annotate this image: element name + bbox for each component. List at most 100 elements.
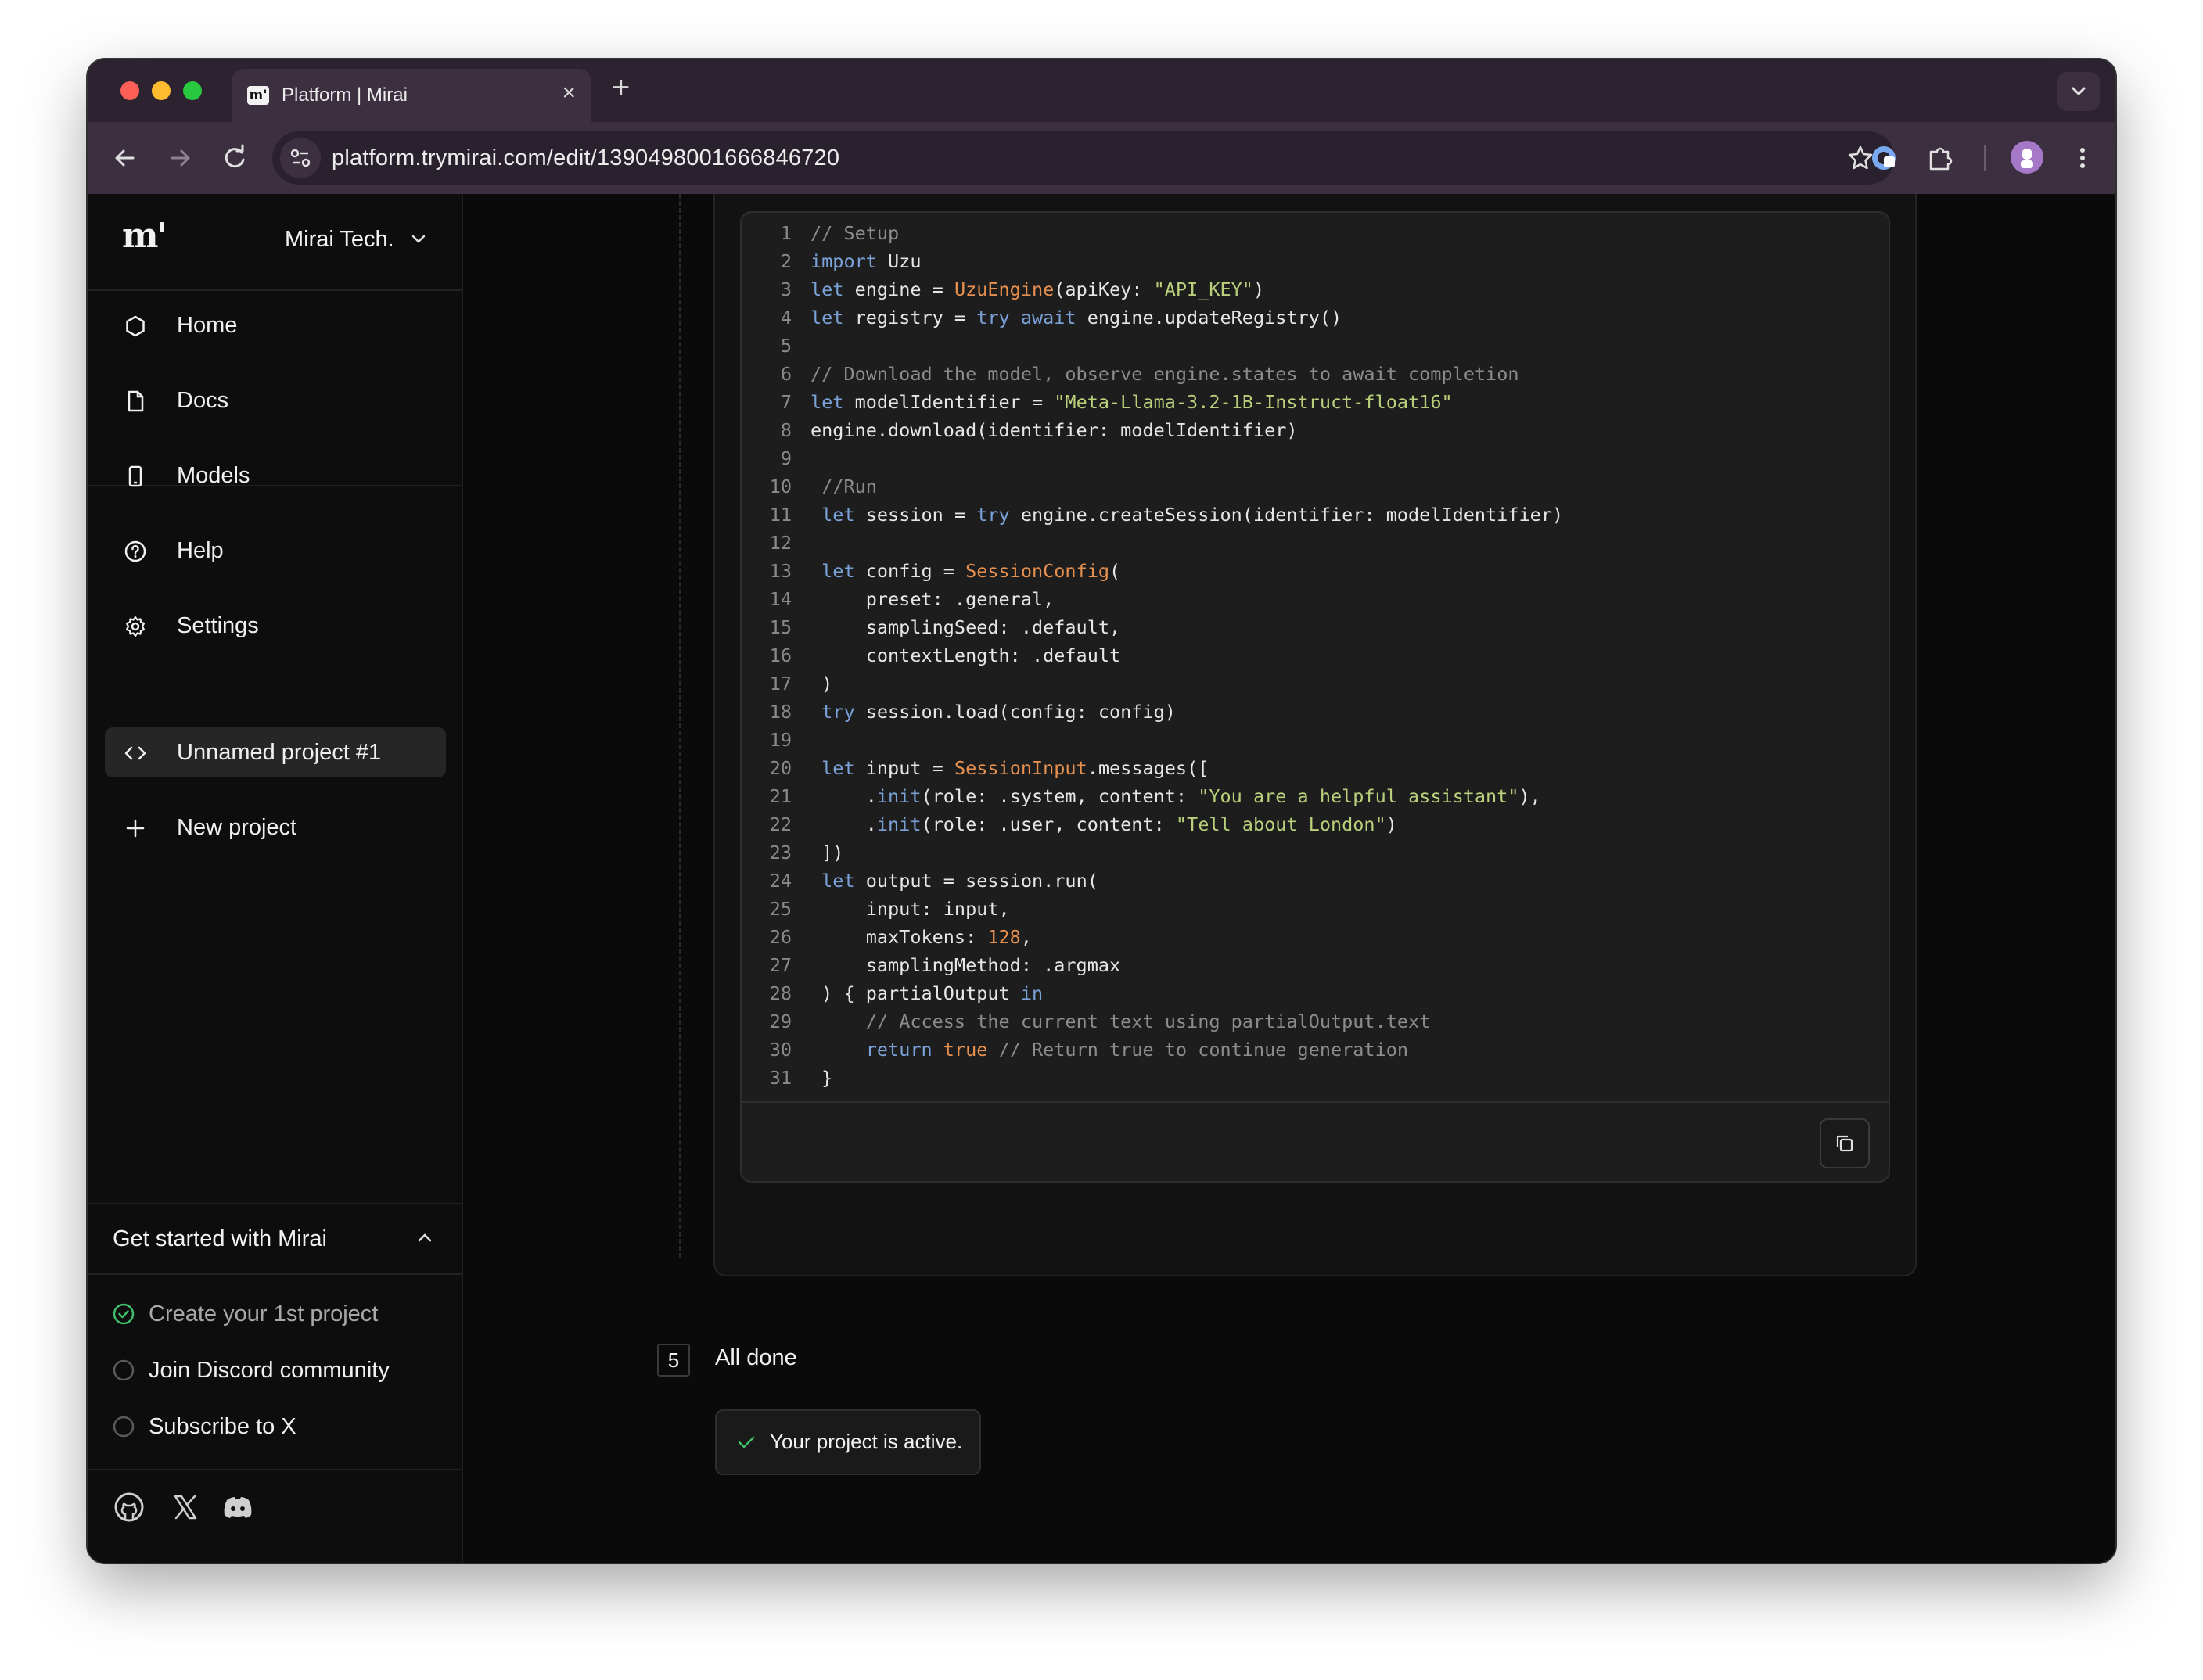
chevron-up-icon[interactable] <box>416 1231 433 1244</box>
chevron-down-icon[interactable] <box>410 233 427 246</box>
sidebar-project-item[interactable]: Unnamed project #1 <box>105 727 446 777</box>
checkmark-icon <box>738 1436 755 1448</box>
code-text: maxTokens: 128, <box>810 923 1032 951</box>
extensions-puzzle-icon[interactable] <box>1923 141 1957 175</box>
code-block[interactable]: 1 // Setup 2 import Uzu 3 let engine = UzuEng… <box>740 211 1890 1183</box>
code-token: engine.download(identifier: modelIdentif… <box>810 419 1298 441</box>
code-text: engine.download(identifier: modelIdentif… <box>810 416 1298 444</box>
favicon-icon: m' <box>247 86 269 105</box>
copy-icon <box>1836 1135 1853 1152</box>
project-status-badge: Your project is active. <box>715 1409 981 1475</box>
mirai-logo[interactable]: m' <box>122 216 167 256</box>
close-window-button[interactable] <box>120 81 139 100</box>
x-icon[interactable] <box>169 1491 202 1524</box>
code-token: return <box>865 1039 933 1061</box>
page-content: m' Mirai Tech. Home Docs Models Help Set… <box>88 194 2115 1563</box>
code-line: 31 } <box>742 1064 1889 1092</box>
code-token: 128 <box>987 926 1021 948</box>
code-token: . <box>810 785 877 807</box>
code-token: import <box>810 250 877 272</box>
code-token: ( <box>1109 560 1121 582</box>
more-menu-icon[interactable] <box>2075 141 2090 175</box>
code-token: let <box>810 278 844 300</box>
chevron-down-icon <box>2072 87 2086 96</box>
code-token: output = session.run( <box>854 870 1098 892</box>
extension-vpn-icon[interactable] <box>1867 141 1901 175</box>
new-project-button[interactable]: New project <box>105 802 446 853</box>
copy-code-button[interactable] <box>1820 1118 1870 1168</box>
code-line: 25 input: input, <box>742 895 1889 923</box>
site-info-button[interactable] <box>280 138 321 178</box>
line-number: 16 <box>769 644 792 666</box>
forward-arrow-icon[interactable] <box>163 141 197 175</box>
github-icon[interactable] <box>113 1491 146 1524</box>
address-bar[interactable]: platform.trymirai.com/edit/1390498001666… <box>272 131 1895 185</box>
tab-search-button[interactable] <box>2057 72 2100 111</box>
new-tab-button[interactable]: + <box>612 70 630 106</box>
line-number: 14 <box>769 588 792 610</box>
code-token: let <box>810 391 844 413</box>
code-line: 5 <box>742 332 1889 360</box>
code-token: engine.updateRegistry() <box>1076 307 1342 328</box>
tab-title: Platform | Mirai <box>282 84 408 106</box>
get-started-header[interactable]: Get started with Mirai <box>88 1203 462 1275</box>
code-token: ) { partialOutput <box>810 982 1021 1004</box>
hexagon-icon <box>126 315 145 337</box>
url-text[interactable]: platform.trymirai.com/edit/1390498001666… <box>332 145 839 171</box>
code-line: 17 ) <box>742 669 1889 698</box>
sidebar-item-help[interactable]: Help <box>105 526 446 576</box>
code-line: 9 <box>742 444 1889 472</box>
sidebar-item-home[interactable]: Home <box>105 300 446 350</box>
code-line: 2 import Uzu <box>742 247 1889 275</box>
code-line: 1 // Setup <box>742 219 1889 247</box>
code-token: registry = <box>843 307 977 328</box>
toolbar-divider <box>1984 145 1986 171</box>
maximize-window-button[interactable] <box>183 81 202 100</box>
close-tab-icon[interactable]: × <box>562 80 576 106</box>
sidebar-item-label: Help <box>177 538 224 563</box>
checklist-label: Create your 1st project <box>149 1301 379 1326</box>
code-token: let <box>810 307 844 328</box>
code-token: , <box>1020 926 1032 948</box>
code-line: 30 return true // Return true to continu… <box>742 1036 1889 1064</box>
browser-toolbar: platform.trymirai.com/edit/1390498001666… <box>88 122 2115 196</box>
code-token: "Meta-Llama-3.2-1B-Instruct-float16" <box>1054 391 1453 413</box>
reload-icon[interactable] <box>217 141 252 175</box>
minimize-window-button[interactable] <box>152 81 171 100</box>
checklist-item-create-project[interactable]: Create your 1st project <box>113 1297 441 1331</box>
sidebar-item-settings[interactable]: Settings <box>105 601 446 651</box>
line-number: 9 <box>780 447 792 469</box>
help-circle-icon <box>124 540 146 562</box>
avatar-icon <box>2021 149 2033 168</box>
steps-timeline <box>679 194 681 1258</box>
browser-tab[interactable]: m' Platform | Mirai × <box>232 69 591 122</box>
gear-icon <box>125 616 146 637</box>
code-line: 6 // Download the model, observe engine.s… <box>742 360 1889 388</box>
sidebar-item-models[interactable]: Models <box>105 451 446 501</box>
code-token: samplingSeed: .default, <box>810 616 1121 638</box>
profile-avatar[interactable] <box>2011 141 2043 174</box>
sidebar-item-docs[interactable]: Docs <box>105 375 446 425</box>
line-number: 13 <box>769 560 792 582</box>
discord-icon[interactable] <box>221 1491 255 1524</box>
code-text: let registry = try await engine.updateRe… <box>810 303 1342 332</box>
checklist-item-subscribe-x[interactable]: Subscribe to X <box>113 1409 441 1444</box>
code-token: // Access the current text using partial… <box>865 1011 1431 1032</box>
code-token: engine = <box>843 278 954 300</box>
back-arrow-icon[interactable] <box>108 141 142 175</box>
project-status-text: Your project is active. <box>770 1430 963 1453</box>
code-line: 3 let engine = UzuEngine(apiKey: "API_KEY… <box>742 275 1889 303</box>
project-name: Unnamed project #1 <box>177 740 382 765</box>
line-number: 22 <box>769 813 792 835</box>
code-line: 15 samplingSeed: .default, <box>742 613 1889 641</box>
line-number: 31 <box>769 1067 792 1089</box>
checklist-item-join-discord[interactable]: Join Discord community <box>113 1353 441 1387</box>
code-line: 7 let modelIdentifier = "Meta-Llama-3.2-1… <box>742 388 1889 416</box>
code-text: input: input, <box>810 895 1010 923</box>
code-line: 11 let session = try engine.createSessio… <box>742 501 1889 529</box>
org-switcher-label[interactable]: Mirai Tech. <box>285 227 394 253</box>
sidebar-item-label: Home <box>177 313 238 338</box>
phone-icon <box>128 465 142 487</box>
